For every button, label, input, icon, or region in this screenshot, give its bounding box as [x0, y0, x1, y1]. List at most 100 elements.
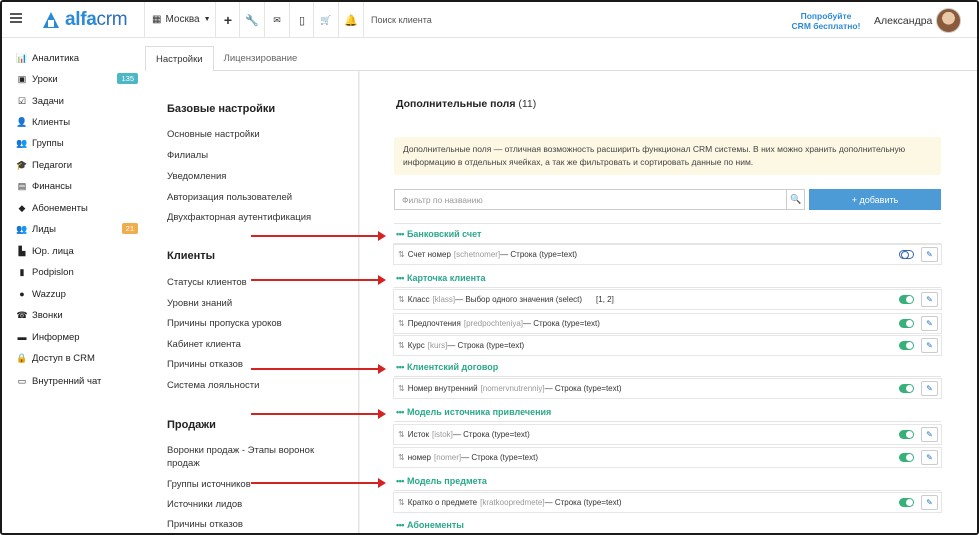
- settings-link[interactable]: Группы источников: [167, 478, 347, 491]
- legal-icon: ▙: [18, 245, 26, 256]
- avatar[interactable]: [936, 8, 961, 33]
- sidebar-item[interactable]: 📊 Аналитика: [16, 50, 138, 66]
- tab-licensing[interactable]: Лицензирование: [214, 46, 308, 71]
- field-row[interactable]: ⇅ Счет номер [schetnomer] — Строка (type=t…: [393, 244, 942, 265]
- cart-icon[interactable]: 🛒: [319, 13, 333, 27]
- pencil-icon[interactable]: ✎: [921, 381, 938, 396]
- sidebar-item[interactable]: ▤ Финансы: [16, 178, 138, 194]
- settings-link[interactable]: Система лояльности: [167, 379, 347, 392]
- sort-handle-icon[interactable]: ⇅: [398, 319, 405, 328]
- settings-link[interactable]: Кабинет клиента: [167, 338, 347, 351]
- menu-icon[interactable]: [10, 13, 22, 23]
- sort-handle-icon[interactable]: ⇅: [398, 384, 405, 393]
- sidebar-item[interactable]: ☑ Задачи: [16, 93, 138, 109]
- mobile-icon[interactable]: ▯: [295, 13, 309, 27]
- search-icon[interactable]: 🔍: [786, 189, 805, 210]
- sidebar-item[interactable]: ▭ Внутренний чат: [16, 373, 138, 389]
- divider: [394, 421, 941, 422]
- field-group-title[interactable]: ••• Абонементы: [396, 520, 464, 530]
- sidebar-item[interactable]: 👥 Группы: [16, 135, 138, 151]
- field-row[interactable]: ⇅ Класс [klass] — Выбор одного значения (s…: [393, 289, 942, 310]
- promo-link[interactable]: Попробуйте CRM бесплатно!: [786, 11, 866, 31]
- field-row[interactable]: ⇅ Кратко о предмете [kratkoopredmete] — Ст…: [393, 492, 942, 513]
- logo[interactable]: alfacrm: [42, 9, 128, 30]
- field-toggle[interactable]: [899, 453, 914, 462]
- pencil-icon[interactable]: ✎: [921, 427, 938, 442]
- field-toggle[interactable]: [899, 319, 914, 328]
- settings-link[interactable]: Двухфакторная аутентификация: [167, 211, 347, 224]
- field-toggle[interactable]: [899, 250, 914, 259]
- field-row[interactable]: ⇅ номер [nomer] — Строка (type=text) ✎: [393, 447, 942, 468]
- field-row[interactable]: ⇅ Предпочтения [predpochteniya] — Строка (…: [393, 313, 942, 334]
- sidebar-item[interactable]: 👤 Клиенты: [16, 114, 138, 130]
- settings-link[interactable]: Уведомления: [167, 170, 347, 183]
- sidebar-item[interactable]: ▬ Информер: [16, 329, 138, 345]
- settings-link[interactable]: Источники лидов: [167, 498, 347, 511]
- bell-icon[interactable]: 🔔: [344, 13, 358, 27]
- drag-dots-icon[interactable]: •••: [396, 362, 404, 372]
- field-row[interactable]: ⇅ Номер внутренний [nomervnutrenniy] — Стр…: [393, 378, 942, 399]
- mail-icon[interactable]: ✉: [270, 13, 284, 27]
- pencil-icon[interactable]: ✎: [921, 450, 938, 465]
- sidebar-item[interactable]: ▣ Уроки 135: [16, 71, 138, 87]
- field-group-title[interactable]: ••• Банковский счет: [396, 229, 481, 239]
- drag-dots-icon[interactable]: •••: [396, 407, 404, 417]
- field-group-title[interactable]: ••• Карточка клиента: [396, 273, 485, 283]
- settings-link[interactable]: Статусы клиентов: [167, 276, 347, 289]
- field-group-title[interactable]: ••• Клиентский договор: [396, 362, 498, 372]
- drag-dots-icon[interactable]: •••: [396, 520, 404, 530]
- field-toggle[interactable]: [899, 295, 914, 304]
- sidebar-item[interactable]: ● Wazzup: [16, 286, 138, 302]
- sidebar-item[interactable]: 👥 Лиды 21: [16, 221, 138, 237]
- drag-dots-icon[interactable]: •••: [396, 229, 404, 239]
- sidebar-item[interactable]: ▮ Podpislon: [16, 264, 138, 280]
- sort-handle-icon[interactable]: ⇅: [398, 498, 405, 507]
- user-name[interactable]: Александра: [874, 15, 932, 27]
- drag-dots-icon[interactable]: •••: [396, 273, 404, 283]
- wrench-icon[interactable]: 🔧: [245, 13, 259, 27]
- pencil-icon[interactable]: ✎: [921, 247, 938, 262]
- field-toggle[interactable]: [899, 341, 914, 350]
- pencil-icon[interactable]: ✎: [921, 316, 938, 331]
- pencil-icon[interactable]: ✎: [921, 292, 938, 307]
- pencil-icon[interactable]: ✎: [921, 495, 938, 510]
- sidebar-item-label: Задачи: [32, 95, 64, 107]
- field-name: Номер внутренний: [407, 384, 478, 393]
- field-group-title[interactable]: ••• Модель предмета: [396, 476, 487, 486]
- settings-link[interactable]: Основные настройки: [167, 128, 347, 141]
- field-type: — Строка (type=text): [544, 384, 622, 393]
- field-group-title[interactable]: ••• Модель источника привлечения: [396, 407, 551, 417]
- sidebar-item[interactable]: 🎓 Педагоги: [16, 157, 138, 173]
- add-field-button[interactable]: + добавить: [809, 189, 941, 210]
- settings-link[interactable]: Воронки продаж - Этапы воронок продаж: [167, 444, 327, 470]
- count-badge: 135: [117, 73, 138, 84]
- drag-dots-icon[interactable]: •••: [396, 476, 404, 486]
- sort-handle-icon[interactable]: ⇅: [398, 295, 405, 304]
- settings-link[interactable]: Авторизация пользователей: [167, 191, 347, 204]
- field-toggle[interactable]: [899, 498, 914, 507]
- settings-link[interactable]: Причины пропуска уроков: [167, 317, 347, 330]
- tab-settings[interactable]: Настройки: [145, 46, 214, 71]
- sidebar-item[interactable]: 🔒 Доступ в CRM: [16, 350, 138, 366]
- annotation-arrow: [251, 364, 386, 374]
- field-toggle[interactable]: [899, 430, 914, 439]
- pencil-icon[interactable]: ✎: [921, 338, 938, 353]
- plus-icon[interactable]: +: [221, 12, 235, 28]
- client-search-input[interactable]: Поиск клиента: [371, 15, 432, 25]
- sort-handle-icon[interactable]: ⇅: [398, 250, 405, 259]
- sidebar-item[interactable]: ◆ Абонементы: [16, 200, 138, 216]
- settings-link[interactable]: Причины отказов: [167, 518, 347, 531]
- settings-link[interactable]: Уровни знаний: [167, 297, 347, 310]
- branch-selector[interactable]: ▦ Москва ▼: [152, 14, 211, 25]
- sort-handle-icon[interactable]: ⇅: [398, 430, 405, 439]
- field-key: [predpochteniya]: [463, 319, 524, 328]
- field-toggle[interactable]: [899, 384, 914, 393]
- settings-link[interactable]: Филиалы: [167, 149, 347, 162]
- sidebar-item[interactable]: ▙ Юр. лица: [16, 243, 138, 259]
- field-row[interactable]: ⇅ Исток [istok] — Строка (type=text) ✎: [393, 424, 942, 445]
- sort-handle-icon[interactable]: ⇅: [398, 341, 405, 350]
- filter-input[interactable]: Фильтр по названию: [394, 189, 805, 210]
- sidebar-item[interactable]: ☎ Звонки: [16, 307, 138, 323]
- field-row[interactable]: ⇅ Курс [kurs] — Строка (type=text) ✎: [393, 335, 942, 356]
- sort-handle-icon[interactable]: ⇅: [398, 453, 405, 462]
